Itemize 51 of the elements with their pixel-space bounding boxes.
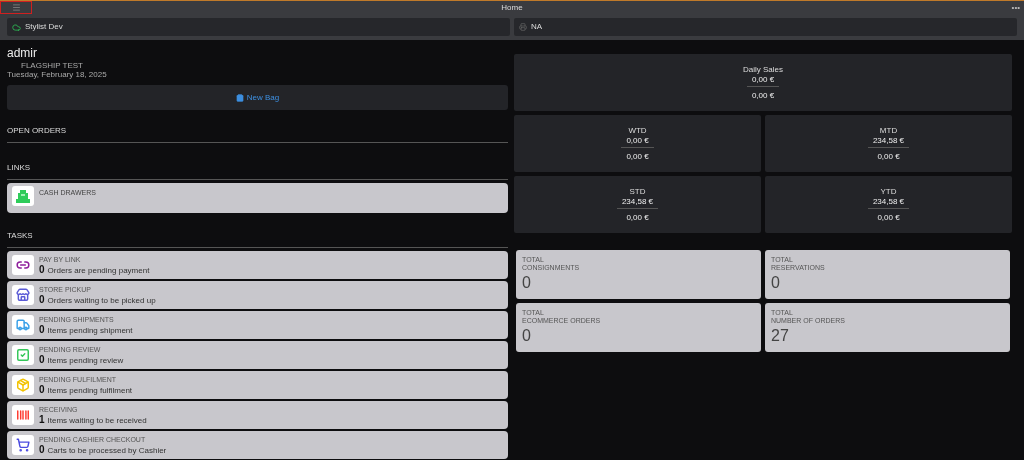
task-count: 0: [39, 323, 45, 335]
sales-value: 0,00 €: [751, 74, 775, 85]
task-text: Items pending shipment: [47, 325, 133, 336]
total-value: 0: [771, 274, 781, 292]
total-value: 0: [522, 274, 532, 292]
task-count: 0: [39, 263, 45, 275]
sales-secondary-value: 0,00 €: [751, 89, 775, 101]
sales-title: WTD: [628, 125, 647, 135]
menu-button[interactable]: [0, 1, 32, 14]
sales-title: MTD: [879, 125, 898, 135]
sales-secondary-value: 0,00 €: [626, 150, 649, 162]
sales-value: 234,58 €: [621, 195, 654, 207]
menu-icon: [11, 3, 21, 12]
task-text: Items waiting to be received: [47, 415, 147, 426]
sales-value: 234,58 €: [872, 134, 905, 146]
store-name: FLAGSHIP TEST: [20, 61, 84, 70]
app-name: Stylist Dev: [25, 21, 63, 33]
user-name: admir: [7, 46, 38, 60]
sales-secondary-value: 0,00 €: [626, 211, 649, 223]
sales-title: Daily Sales: [743, 64, 783, 74]
sales-value: 0,00 €: [626, 134, 649, 146]
task-count: 0: [39, 443, 45, 455]
new-bag-button[interactable]: New Bag: [7, 85, 508, 110]
task-text: Orders waiting to be picked up: [47, 295, 156, 306]
sales-value: 234,58 €: [872, 195, 905, 207]
printer-status-bar[interactable]: NA: [514, 18, 1017, 36]
task-count: 0: [39, 293, 45, 305]
total-value: 27: [771, 327, 790, 345]
more-button[interactable]: •••: [1011, 3, 1020, 12]
task-text: Carts to be processed by Cashier: [47, 445, 167, 456]
section-title: TASKS: [7, 231, 33, 240]
task-count: 1: [39, 413, 45, 425]
task-text: Items pending review: [47, 355, 124, 366]
sales-secondary-value: 0,00 €: [877, 211, 900, 223]
printer-icon: [519, 23, 527, 31]
bag-icon: [235, 93, 244, 102]
task-text: Items pending fulfilment: [47, 385, 133, 396]
sales-title: YTD: [880, 186, 897, 196]
total-value: 0: [522, 327, 532, 345]
task-count: 0: [39, 383, 45, 395]
app-status-bar[interactable]: Stylist Dev: [7, 18, 510, 36]
task-count: 0: [39, 353, 45, 365]
section-title: LINKS: [7, 163, 31, 172]
date-text: Tuesday, February 18, 2025: [7, 70, 108, 79]
task-text: Orders are pending payment: [47, 265, 150, 276]
sales-title: STD: [629, 186, 646, 196]
printer-name: NA: [531, 21, 543, 33]
cloud-icon: [12, 22, 21, 32]
sales-secondary-value: 0,00 €: [877, 150, 900, 162]
section-title: OPEN ORDERS: [7, 126, 67, 135]
window-title: Home: [501, 2, 523, 13]
